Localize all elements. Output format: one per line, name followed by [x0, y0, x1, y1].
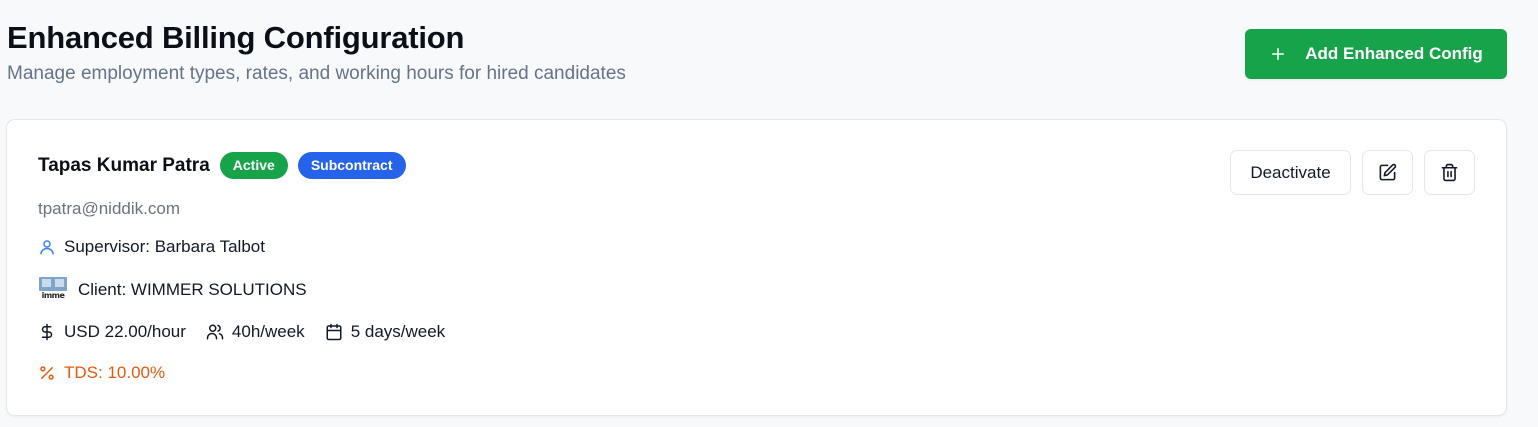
dollar-icon [41, 323, 53, 341]
candidate-name: Tapas Kumar Patra [38, 154, 210, 176]
billing-config-card: Tapas Kumar Patra Active Subcontract tpa… [6, 119, 1507, 416]
supervisor-row: Supervisor: Barbara Talbot [38, 237, 265, 257]
page-subtitle: Manage employment types, rates, and work… [7, 63, 626, 84]
edit-button[interactable] [1362, 150, 1413, 195]
days-item: 5 days/week [325, 322, 446, 342]
edit-icon [1379, 163, 1397, 181]
client-row: imme Client: WIMMER SOLUTIONS [38, 275, 307, 305]
hours-item: 40h/week [206, 322, 305, 342]
add-button-label: Add Enhanced Config [1305, 44, 1483, 63]
supervisor-text: Supervisor: Barbara Talbot [64, 237, 265, 256]
user-icon [40, 240, 54, 255]
page-title: Enhanced Billing Configuration [7, 20, 465, 55]
client-logo-text: imme [41, 291, 65, 300]
trash-icon [1441, 163, 1458, 182]
client-text: Client: WIMMER SOLUTIONS [78, 280, 307, 299]
users-icon [206, 324, 224, 340]
deactivate-button[interactable]: Deactivate [1230, 150, 1351, 195]
client-logo: imme [38, 275, 68, 305]
hourly-rate: USD 22.00/hour [64, 322, 186, 341]
delete-button[interactable] [1424, 150, 1475, 195]
billing-config-page: Enhanced Billing Configuration Manage em… [0, 0, 1538, 427]
candidate-email: tpatra@niddik.com [38, 199, 180, 218]
days-per-week: 5 days/week [350, 322, 446, 341]
tds-row: TDS: 10.00% [38, 363, 165, 383]
rates-row: USD 22.00/hour 40h/week 5 days/week [38, 322, 465, 342]
card-actions: Deactivate [1230, 150, 1475, 195]
rate-item: USD 22.00/hour [38, 322, 186, 342]
calendar-icon [326, 323, 342, 341]
weekly-hours: 40h/week [231, 322, 305, 341]
add-enhanced-config-button[interactable]: Add Enhanced Config [1245, 29, 1507, 79]
tds-text: TDS: 10.00% [64, 363, 166, 382]
employment-type-badge: Subcontract [297, 152, 406, 179]
percent-icon [40, 366, 54, 380]
candidate-header: Tapas Kumar Patra Active Subcontract [38, 152, 406, 179]
plus-icon [1272, 48, 1285, 60]
status-badge: Active [219, 152, 288, 179]
